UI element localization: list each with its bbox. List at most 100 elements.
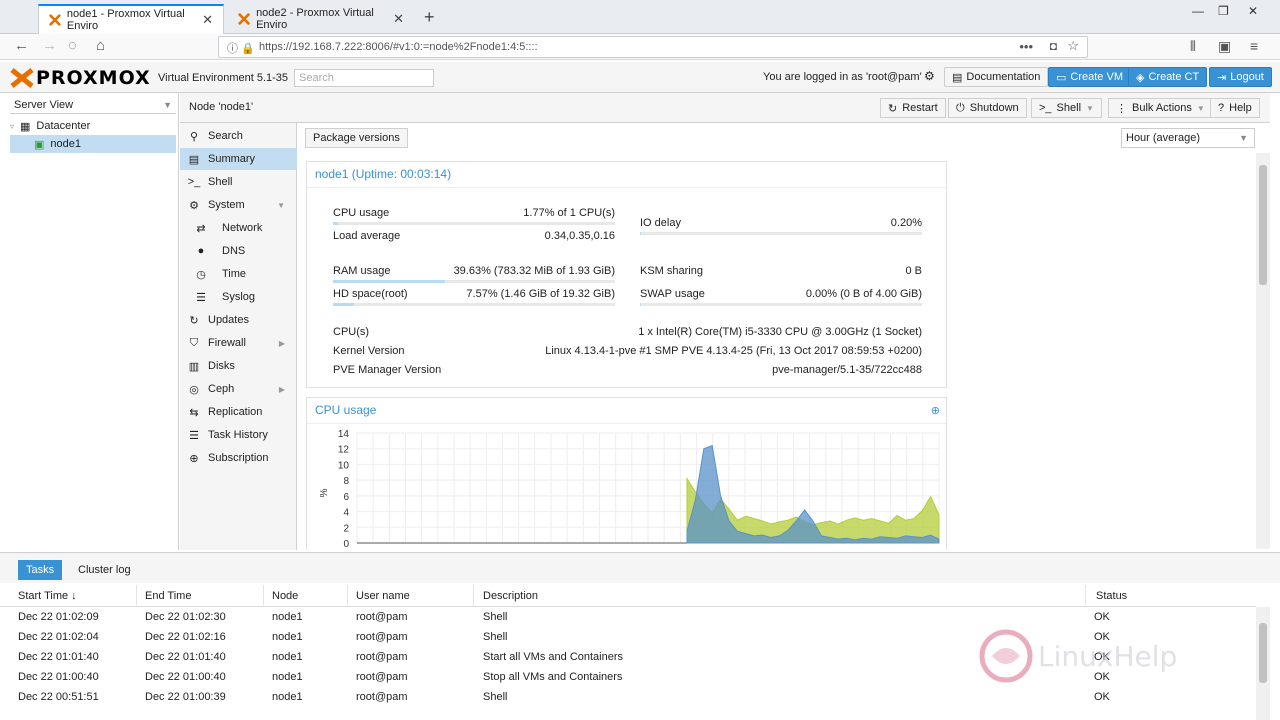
menu-item-system[interactable]: ⚙ System ▼ [180,194,297,216]
menu-item-disks[interactable]: ▥ Disks [180,355,297,377]
menu-item-syslog[interactable]: ☰ Syslog [180,286,297,308]
start-time-cell: Dec 22 01:02:09 [18,611,99,623]
new-tab-icon[interactable]: + [424,7,435,28]
menu-item-shell[interactable]: >_ Shell [180,171,297,193]
timeframe-select[interactable]: Hour (average) ▼ [1121,128,1255,148]
tab-tasks[interactable]: Tasks [18,560,63,580]
menu-item-time[interactable]: ◷ Time [180,263,297,285]
documentation-label: Documentation [966,71,1041,83]
swap-usage-fill [640,303,642,306]
menu-item-firewall[interactable]: ⛉ Firewall ▶ [180,332,297,354]
status-panel-title: node1 (Uptime: 00:03:14) [307,162,946,188]
menu-item-label: Disks [208,360,235,372]
chevron-down-icon[interactable]: ▼ [1086,104,1094,113]
tasks-tabbar: Tasks Cluster log [0,553,1280,583]
menu-item-network[interactable]: ⇄ Network [180,217,297,239]
cpu-usage-chart: 0 2 4 6 8 10 12 14% [319,429,940,550]
cpus-label: CPU(s) [333,326,370,338]
kernel-version-label: Kernel Version [333,345,405,357]
task-row[interactable]: Dec 22 00:51:51 Dec 22 01:00:39 node1 root@… [0,687,1256,707]
shutdown-button[interactable]: ⏻ Shutdown [948,98,1027,118]
browser-tab-node2[interactable]: node2 - Proxmox Virtual Enviro ✕ [228,4,414,34]
logout-button[interactable]: ⇥ Logout [1209,67,1272,87]
menu-item-label: Subscription [208,452,269,464]
menu-item-label: Time [222,268,247,280]
shutdown-label: Shutdown [969,102,1019,114]
tasks-scrollbar[interactable] [1256,607,1270,720]
menu-item-dns[interactable]: ● DNS [180,240,297,262]
node-title: Node 'node1' [189,101,254,113]
zoom-reset-icon[interactable]: ⊕ [931,404,940,417]
menu-item-task-history[interactable]: ☰ Task History [180,424,297,446]
io-delay-label: IO delay [640,217,681,229]
menu-item-ceph[interactable]: ◎ Ceph ▶ [180,378,297,400]
documentation-button[interactable]: ▤ Documentation [944,67,1049,87]
sidebar-icon[interactable]: ▣ [1218,38,1231,55]
window-close-icon[interactable]: ✕ [1248,4,1258,18]
package-versions-button[interactable]: Package versions [305,128,408,148]
network-icon: ⇄ [196,222,206,235]
home-icon[interactable]: ⌂ [96,37,105,54]
bookmark-star-icon[interactable]: ☆ [1067,38,1079,54]
restart-button[interactable]: ↻ Restart [880,98,946,118]
y-tick-label: 8 [343,476,349,487]
shell-button[interactable]: >_ Shell ▼ [1031,98,1102,118]
column-start-time[interactable]: Start Time ↓ [0,585,137,607]
create-ct-button[interactable]: ◈ Create CT [1128,67,1208,87]
column-description[interactable]: Description [465,585,1086,607]
monitor-icon: ▭ [1056,71,1067,84]
end-time-cell: Dec 22 01:00:39 [145,691,226,703]
close-icon[interactable]: ✕ [202,12,213,28]
help-button[interactable]: ? Help [1210,98,1260,118]
summary-content: Package versions Hour (average) ▼ node1 … [298,123,1270,550]
view-selector[interactable]: Server View ▼ [10,96,176,114]
node-cell: node1 [272,691,303,703]
url-bar[interactable]: ⓘ 🔒 https://192.168.7.222:8006/#v1:0:=no… [218,36,1088,58]
end-time-cell: Dec 22 01:02:30 [145,611,226,623]
scrollbar-thumb[interactable] [1259,165,1267,285]
tree-item-label: Datacenter [36,120,91,132]
bulk-actions-button[interactable]: ⋮ Bulk Actions ▼ [1108,98,1213,118]
ksm-sharing-value: 0 B [905,265,922,277]
tasks-table-header: Start Time ↓ End Time Node User name Des… [0,585,1256,607]
column-end-time[interactable]: End Time [127,585,264,607]
library-icon[interactable]: ⫴ [1190,38,1196,55]
browser-tab-node1[interactable]: node1 - Proxmox Virtual Enviro ✕ [38,4,224,34]
minimize-icon[interactable]: — [1192,4,1204,18]
description-cell: Shell [483,631,508,643]
menu-icon[interactable]: ≡ [1250,38,1258,54]
chevron-down-icon: ▼ [277,200,285,210]
gear-icon[interactable]: ⚙ [924,69,935,83]
back-icon[interactable]: ← [14,37,29,54]
scrollbar-thumb[interactable] [1259,623,1267,683]
version-label: Virtual Environment 5.1-35 [158,72,289,84]
close-icon[interactable]: ✕ [393,11,404,27]
menu-item-subscription[interactable]: ⊕ Subscription [180,447,297,469]
pocket-icon[interactable]: ◘ [1050,39,1057,53]
menu-item-replication[interactable]: ⇆ Replication [180,401,297,423]
node-cell: node1 [272,631,303,643]
forward-icon[interactable]: → [42,37,57,54]
cpu-usage-bar [333,222,615,225]
tree-item-node1[interactable]: ▣ node1 [10,135,176,153]
menu-item-updates[interactable]: ↻ Updates [180,309,297,331]
task-row[interactable]: Dec 22 01:02:09 Dec 22 01:02:30 node1 root@… [0,607,1256,627]
menu-item-summary[interactable]: ▤ Summary [180,148,297,170]
content-scrollbar[interactable] [1256,153,1270,549]
tree-item-datacenter[interactable]: ▿ ▦ Datacenter [10,117,176,135]
menu-item-search[interactable]: ⚲ Search [180,125,297,147]
search-input[interactable]: Search [294,69,434,87]
create-vm-button[interactable]: ▭ Create VM [1048,67,1131,87]
page-actions-icon[interactable]: ••• [1019,39,1033,54]
column-status[interactable]: Status [1078,585,1256,607]
hd-space-label: HD space(root) [333,288,408,300]
ceph-icon: ◎ [189,383,199,396]
description-cell: Stop all VMs and Containers [483,671,623,683]
maximize-icon[interactable]: ❐ [1218,4,1229,18]
column-node[interactable]: Node [254,585,348,607]
collapse-icon[interactable]: ▿ [10,122,14,131]
tab-cluster-log[interactable]: Cluster log [70,560,139,580]
linuxhelp-watermark: LinuxHelp [978,628,1177,684]
column-user-name[interactable]: User name [338,585,474,607]
kernel-version-value: Linux 4.13.4-1-pve #1 SMP PVE 4.13.4-25 … [545,345,922,357]
